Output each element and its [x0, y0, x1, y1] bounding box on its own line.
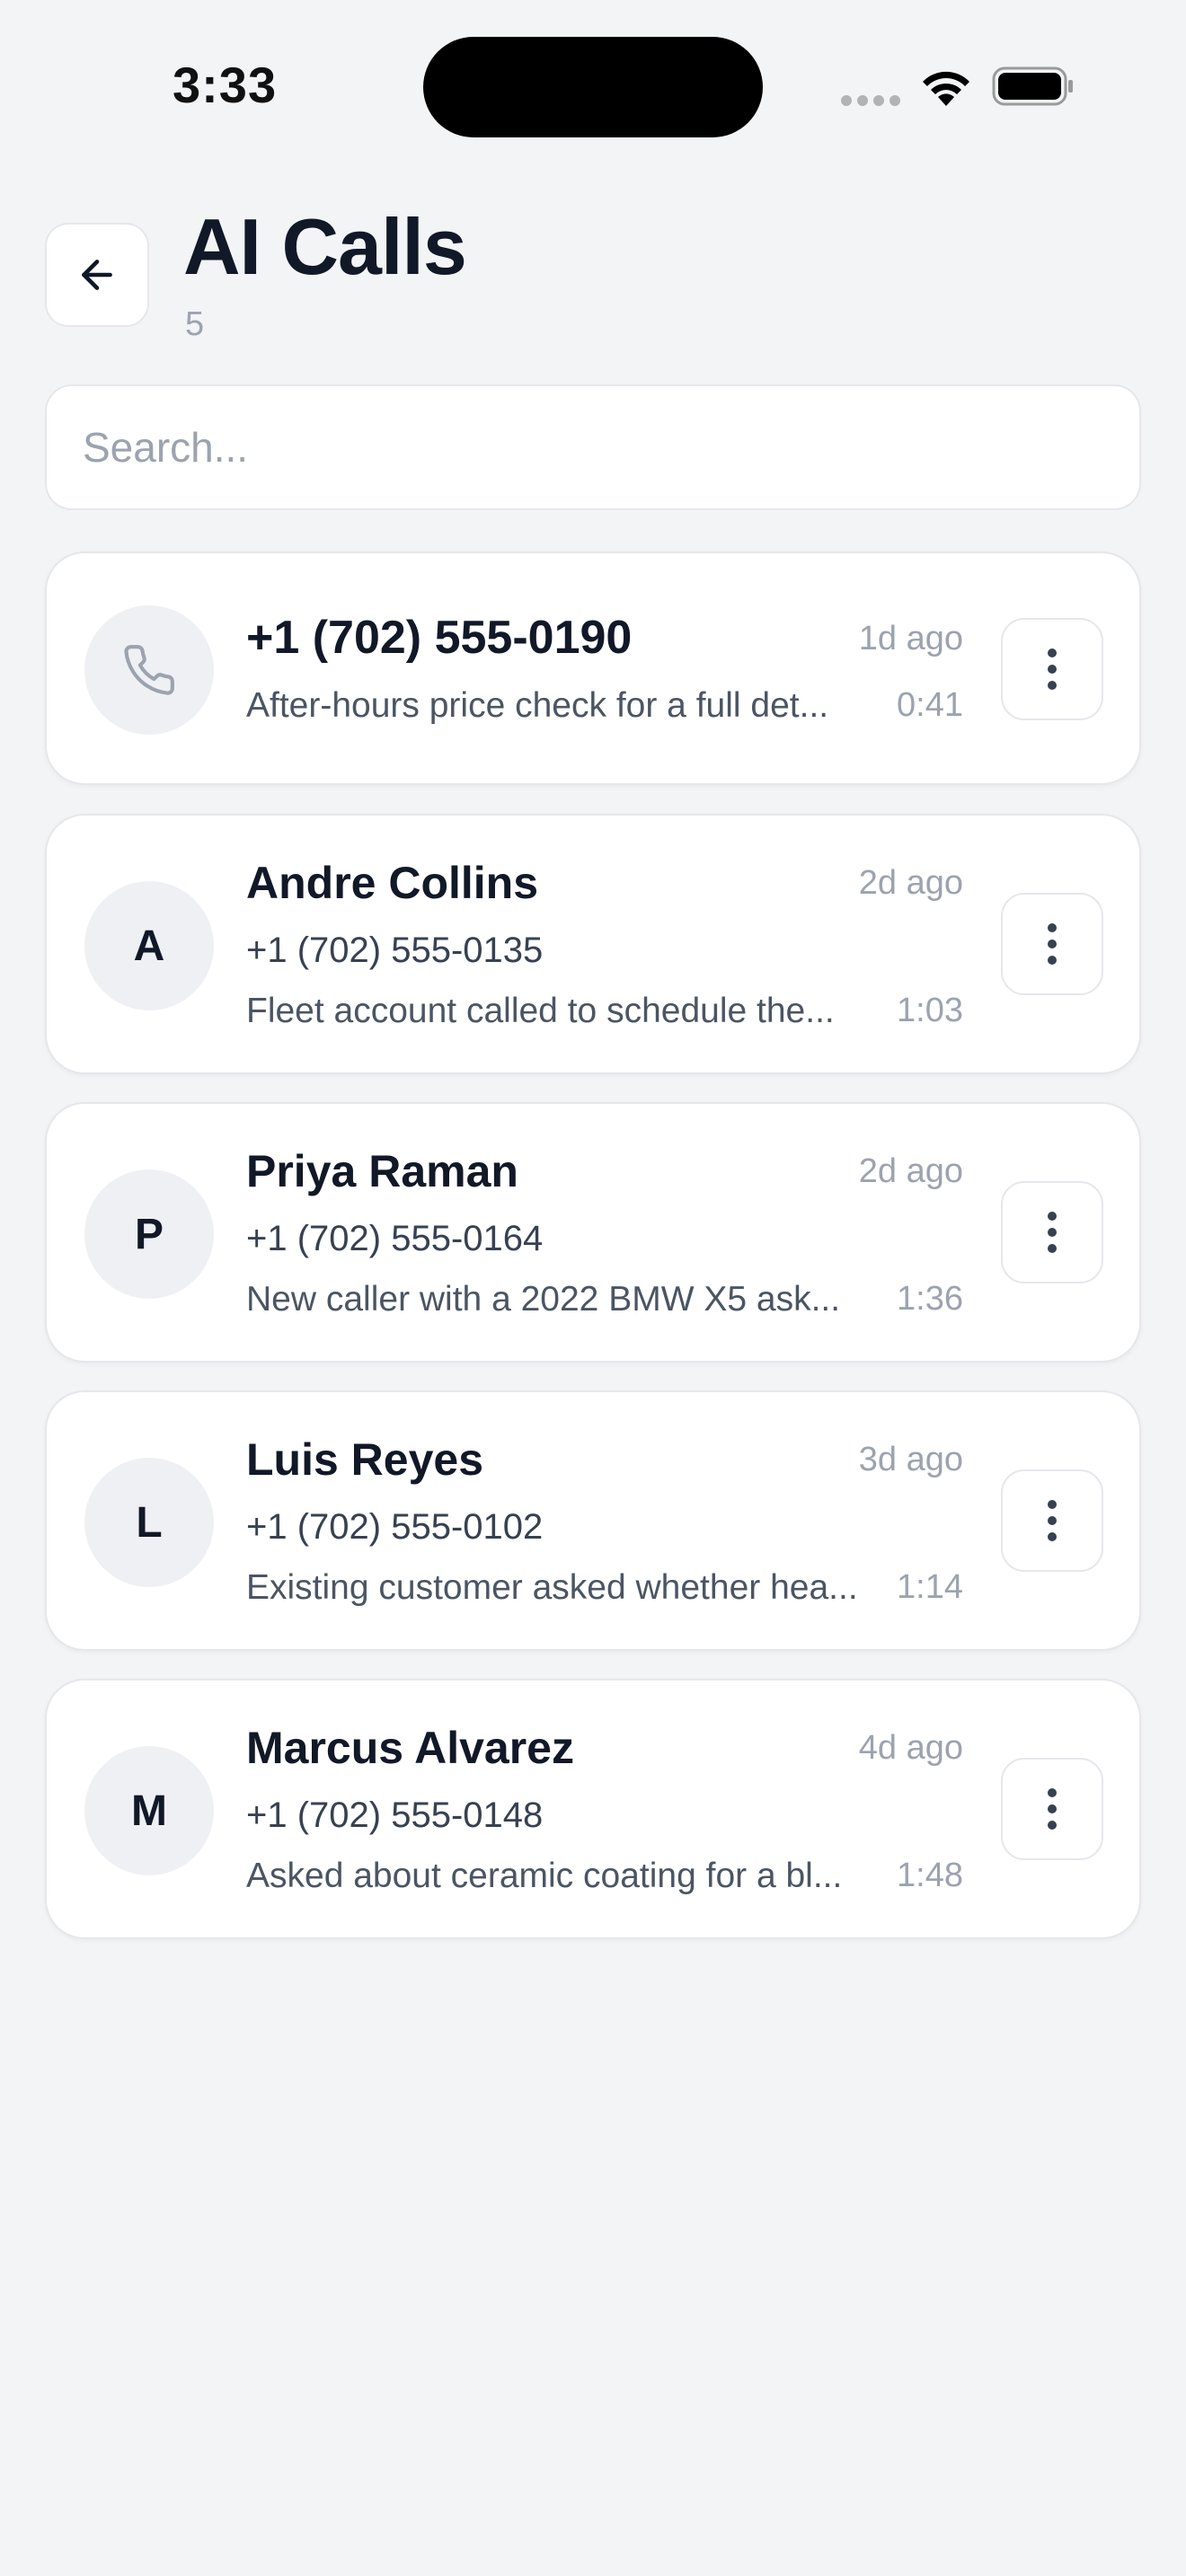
call-time-ago: 4d ago [858, 1729, 963, 1767]
caller-name: Priya Raman [246, 1146, 518, 1196]
search-box [45, 384, 1141, 510]
call-summary: New caller with a 2022 BMW X5 ask... [246, 1280, 841, 1319]
call-duration: 1:03 [897, 992, 963, 1029]
more-vertical-icon [1048, 923, 1057, 965]
more-options-button[interactable] [1001, 893, 1103, 995]
back-button[interactable] [45, 223, 149, 327]
call-duration: 1:48 [897, 1857, 963, 1894]
more-options-button[interactable] [1001, 1181, 1103, 1284]
avatar: L [84, 1458, 214, 1587]
call-time-ago: 3d ago [858, 1441, 963, 1478]
avatar [84, 605, 214, 735]
call-duration: 1:14 [897, 1568, 963, 1606]
calls-count: 5 [185, 305, 205, 343]
call-time-ago: 2d ago [858, 1152, 963, 1190]
call-card[interactable]: A Andre Collins 2d ago +1 (702) 555-0135… [45, 814, 1141, 1074]
caller-phone: +1 (702) 555-0164 [246, 1219, 544, 1258]
more-vertical-icon [1048, 1788, 1057, 1830]
caller-name: +1 (702) 555-0190 [246, 612, 633, 664]
more-vertical-icon [1048, 1212, 1057, 1253]
call-card[interactable]: M Marcus Alvarez 4d ago +1 (702) 555-014… [45, 1679, 1141, 1939]
status-time: 3:33 [173, 57, 278, 113]
more-options-button[interactable] [1001, 1469, 1103, 1572]
more-options-button[interactable] [1001, 1758, 1103, 1860]
caller-name: Marcus Alvarez [246, 1723, 574, 1773]
more-vertical-icon [1048, 1500, 1057, 1541]
call-card[interactable]: P Priya Raman 2d ago +1 (702) 555-0164 N… [45, 1102, 1141, 1363]
caller-phone: +1 (702) 555-0148 [246, 1795, 544, 1835]
caller-name: Luis Reyes [246, 1434, 484, 1485]
call-time-ago: 2d ago [858, 864, 963, 902]
wifi-icon [923, 71, 969, 106]
battery-icon [992, 66, 1073, 106]
caller-phone: +1 (702) 555-0102 [246, 1507, 544, 1547]
call-summary: Asked about ceramic coating for a bl... [246, 1857, 843, 1895]
call-summary: After-hours price check for a full det..… [246, 686, 829, 725]
avatar: P [84, 1169, 214, 1299]
call-duration: 0:41 [897, 686, 963, 724]
call-summary: Fleet account called to schedule the... [246, 992, 835, 1030]
call-duration: 1:36 [897, 1280, 963, 1318]
more-vertical-icon [1048, 648, 1057, 690]
arrow-left-icon [82, 260, 112, 290]
status-bar: 3:33 [0, 0, 1186, 171]
cellular-signal-icon [841, 95, 900, 108]
caller-phone: +1 (702) 555-0135 [246, 931, 544, 970]
call-summary: Existing customer asked whether hea... [246, 1568, 858, 1607]
dynamic-island [423, 37, 763, 137]
search-input[interactable] [83, 386, 1098, 508]
phone-icon [124, 645, 174, 695]
avatar: A [84, 881, 214, 1010]
page-title: AI Calls [183, 202, 467, 291]
more-options-button[interactable] [1001, 618, 1103, 720]
avatar: M [84, 1746, 214, 1875]
call-time-ago: 1d ago [858, 620, 963, 657]
caller-name: Andre Collins [246, 858, 539, 908]
call-card[interactable]: L Luis Reyes 3d ago +1 (702) 555-0102 Ex… [45, 1390, 1141, 1651]
call-card[interactable]: +1 (702) 555-0190 1d ago After-hours pri… [45, 551, 1141, 785]
